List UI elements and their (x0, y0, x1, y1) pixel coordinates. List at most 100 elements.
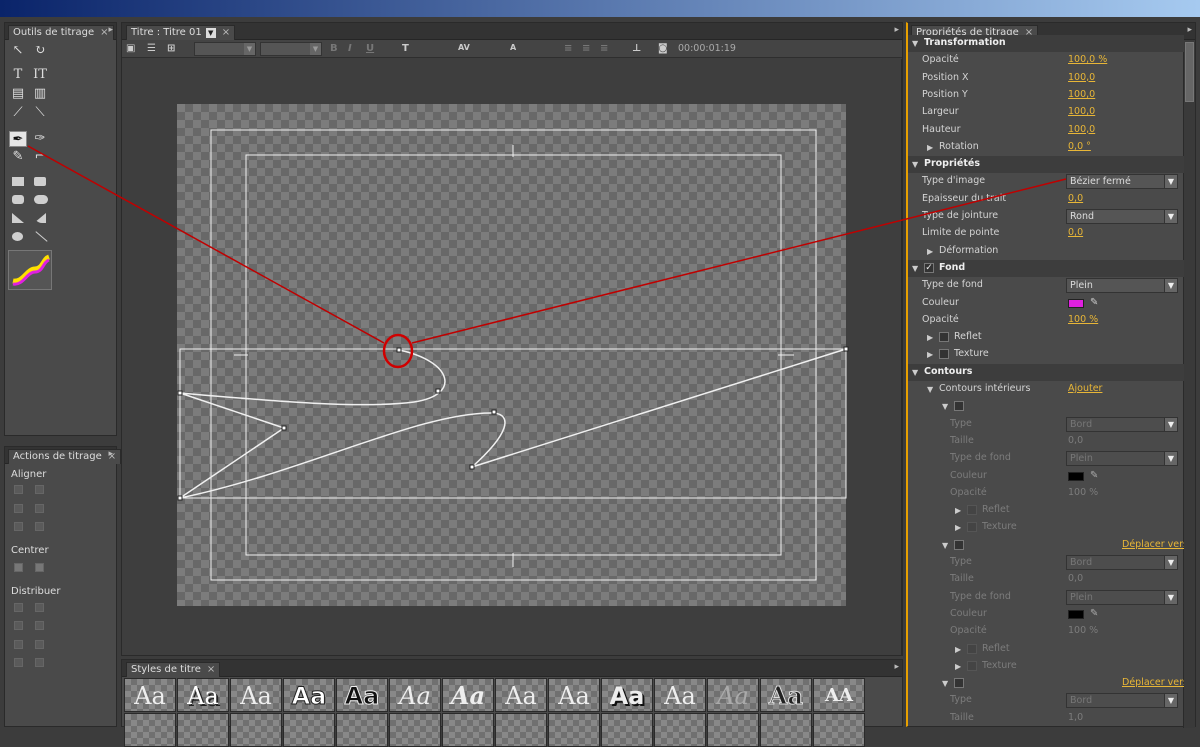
properties-scrollbar[interactable] (1183, 40, 1195, 728)
distribute-3-icon[interactable] (14, 621, 23, 630)
style-swatch[interactable] (601, 713, 653, 747)
style-swatch[interactable]: Aa (760, 678, 812, 712)
style-swatch[interactable]: AA (813, 678, 865, 712)
stroke3-type-select[interactable]: Bord ▼ (1066, 693, 1178, 709)
style-swatch[interactable]: Aa (442, 678, 494, 712)
width-value[interactable]: 100,0 (1068, 106, 1095, 117)
stroke2-type-select[interactable]: Bord ▼ (1066, 555, 1178, 570)
eyedropper-icon[interactable]: ✎ (1090, 470, 1098, 481)
panel-menu-icon[interactable]: ▸ (1187, 25, 1192, 35)
style-swatch[interactable] (654, 713, 706, 747)
inner-stroke-1-checkbox[interactable] (954, 401, 964, 412)
stroke1-sheen-checkbox[interactable] (967, 505, 977, 516)
stroke2-color-swatch[interactable] (1068, 609, 1084, 619)
position-x-value[interactable]: 100,0 (1068, 72, 1095, 83)
stroke1-opacity-value[interactable]: 100 % (1068, 487, 1098, 498)
line-tool-icon[interactable] (35, 231, 48, 242)
style-swatch[interactable]: Aa (654, 678, 706, 712)
style-swatch[interactable] (283, 713, 335, 747)
add-inner-stroke-link[interactable]: Ajouter (1068, 383, 1102, 394)
align-center-v-icon[interactable] (14, 522, 23, 531)
miter-limit-value[interactable]: 0,0 (1068, 227, 1083, 238)
stroke1-color-swatch[interactable] (1068, 471, 1084, 481)
stroke1-size-value[interactable]: 0,0 (1068, 435, 1083, 446)
close-icon[interactable]: × (100, 27, 108, 38)
clipped-rectangle-tool-icon[interactable] (34, 177, 46, 186)
rectangle-tool-icon[interactable] (12, 177, 24, 186)
inner-stroke-3-checkbox[interactable] (954, 678, 964, 689)
height-value[interactable]: 100,0 (1068, 124, 1095, 135)
object-type-select[interactable]: Bézier fermé ▼ (1066, 174, 1178, 190)
stroke1-texture-checkbox[interactable] (967, 522, 977, 533)
delete-anchor-tool-icon[interactable]: ✑ (31, 131, 49, 147)
panel-menu-icon[interactable]: ▸ (894, 662, 899, 672)
distribute-5-icon[interactable] (14, 640, 23, 649)
expand-icon[interactable]: ▶ (927, 143, 933, 152)
stroke2-sheen-checkbox[interactable] (967, 643, 977, 654)
area-type-tool-icon[interactable]: ▤ (9, 86, 27, 102)
expand-icon[interactable]: ▶ (927, 333, 933, 342)
style-swatch[interactable]: Aa (707, 678, 759, 712)
section-transformation[interactable]: ▼ Transformation (908, 35, 1184, 53)
vertical-type-tool-icon[interactable]: IT (31, 67, 49, 83)
stroke2-opacity-value[interactable]: 100 % (1068, 625, 1098, 636)
section-proprietes[interactable]: ▼ Propriétés (908, 156, 1184, 174)
style-swatch[interactable]: Aa (495, 678, 547, 712)
section-fond[interactable]: ▼ ✓ Fond (908, 259, 1184, 278)
style-swatch[interactable] (442, 713, 494, 747)
section-contours[interactable]: ▼ Contours (908, 363, 1184, 381)
style-swatch[interactable]: Aa (548, 678, 600, 712)
arc-tool-icon[interactable] (34, 213, 46, 223)
move-to-link[interactable]: Déplacer vers (1122, 539, 1184, 550)
style-swatch[interactable] (495, 713, 547, 747)
style-swatch[interactable]: Aa (389, 678, 441, 712)
style-swatch[interactable]: Aa (124, 678, 176, 712)
fill-checkbox[interactable]: ✓ (924, 262, 934, 273)
expand-icon[interactable]: ▶ (955, 506, 961, 515)
tab-actions[interactable]: Actions de titrage × (8, 449, 122, 464)
distribute-8-icon[interactable] (35, 658, 44, 667)
expand-icon[interactable]: ▶ (927, 247, 933, 256)
position-y-value[interactable]: 100,0 (1068, 89, 1095, 100)
stroke2-fill-type-select[interactable]: Plein ▼ (1066, 589, 1178, 605)
style-swatch[interactable] (230, 713, 282, 747)
center-vertical-icon[interactable] (35, 563, 44, 572)
style-swatch[interactable] (707, 713, 759, 747)
expand-icon[interactable]: ▶ (955, 662, 961, 671)
style-swatch[interactable] (813, 713, 865, 747)
ellipse-tool-icon[interactable] (12, 232, 23, 241)
join-type-select[interactable]: Rond ▼ (1066, 209, 1178, 224)
align-left-icon[interactable] (14, 485, 23, 494)
style-swatch[interactable] (124, 713, 176, 747)
wedge-tool-icon[interactable] (12, 213, 24, 223)
style-swatch[interactable] (548, 713, 600, 747)
close-icon[interactable]: × (207, 664, 215, 675)
selection-tool-icon[interactable]: ↖ (9, 43, 27, 59)
fill-type-select[interactable]: Plein ▼ (1066, 278, 1178, 294)
distribute-6-icon[interactable] (35, 640, 44, 649)
convert-anchor-tool-icon[interactable]: ⌐ (31, 149, 49, 165)
tab-tools[interactable]: Outils de titrage × (8, 25, 114, 40)
path-type-tool-icon[interactable]: ⟋ (9, 105, 27, 121)
vertical-area-type-tool-icon[interactable]: ▥ (31, 86, 49, 102)
vertical-path-type-tool-icon[interactable]: ⟍ (31, 105, 49, 121)
tab-styles[interactable]: Styles de titre × (126, 662, 221, 677)
expand-icon[interactable]: ▶ (927, 350, 933, 359)
style-swatch[interactable]: Aa (601, 678, 653, 712)
style-swatch[interactable]: Aa (283, 678, 335, 712)
sheen-checkbox[interactable] (939, 332, 949, 343)
scrollbar-thumb[interactable] (1185, 42, 1194, 102)
fill-color-swatch[interactable] (1068, 298, 1084, 308)
type-tool-icon[interactable]: T (9, 67, 27, 83)
stroke2-size-value[interactable]: 0,0 (1068, 573, 1083, 584)
opacity-value[interactable]: 100,0 % (1068, 54, 1107, 65)
stroke1-type-select[interactable]: Bord ▼ (1066, 416, 1178, 432)
rounded-rectangle-tool-icon[interactable] (34, 195, 48, 204)
panel-menu-icon[interactable]: ▸ (108, 25, 113, 35)
center-horizontal-icon[interactable] (14, 563, 23, 572)
expand-icon[interactable]: ▶ (955, 523, 961, 532)
panel-menu-icon[interactable]: ▸ (108, 449, 113, 459)
rotation-value[interactable]: 0,0 ° (1068, 141, 1091, 152)
distribute-4-icon[interactable] (35, 621, 44, 630)
stroke3-size-value[interactable]: 1,0 (1068, 712, 1083, 723)
